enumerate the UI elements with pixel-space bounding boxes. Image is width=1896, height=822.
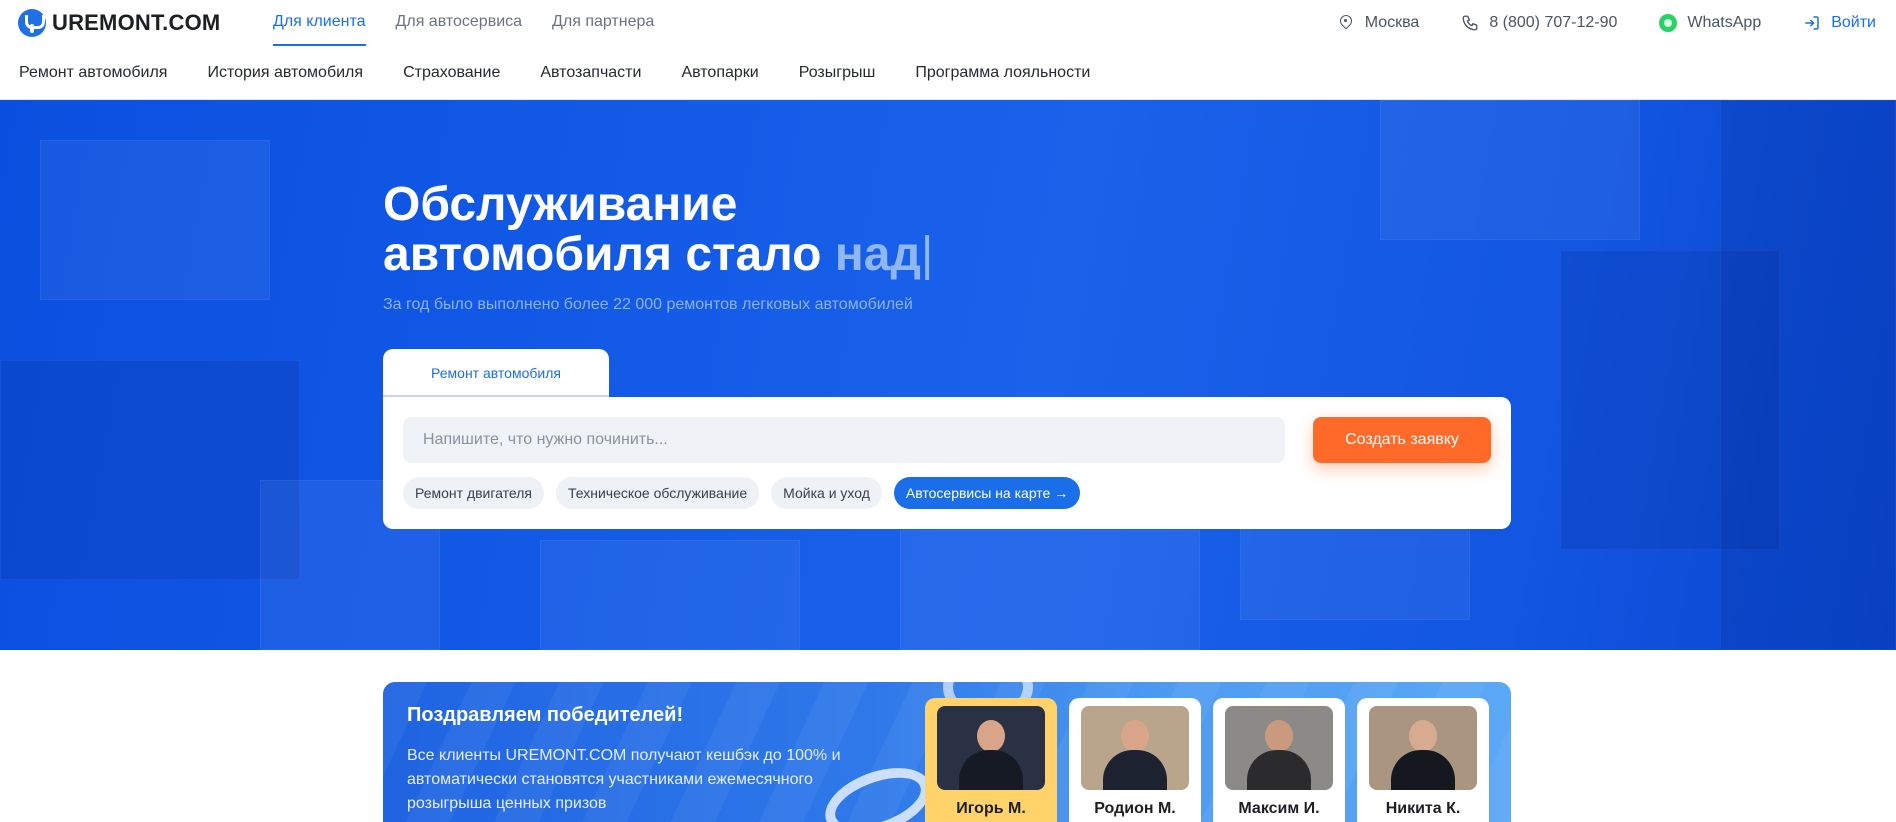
tab-client[interactable]: Для клиента	[273, 0, 366, 46]
hero-title-line2: автомобиля стало	[383, 228, 822, 281]
hero-title-typing: над	[834, 228, 921, 281]
winner-name: Родион М.	[1094, 800, 1176, 817]
nav-item-repair[interactable]: Ремонт автомобиля	[19, 64, 167, 82]
winner-photo	[1225, 706, 1333, 790]
city-selector[interactable]: Москва	[1337, 14, 1420, 32]
login-icon	[1803, 14, 1821, 32]
tab-car-repair[interactable]: Ремонт автомобиля	[383, 349, 609, 397]
city-label: Москва	[1364, 14, 1420, 31]
winner-card[interactable]: Родион М.	[1069, 698, 1201, 822]
chip-engine-repair[interactable]: Ремонт двигателя	[403, 477, 544, 509]
winner-card[interactable]: Никита К.	[1357, 698, 1489, 822]
create-request-button[interactable]: Создать заявку	[1313, 417, 1491, 463]
logo-icon	[18, 9, 46, 37]
hero-title: Обслуживание автомобиля стало над|	[383, 180, 933, 280]
phone-icon	[1461, 14, 1479, 32]
login-label: Войти	[1831, 14, 1876, 31]
chip-maintenance[interactable]: Техническое обслуживание	[555, 477, 760, 509]
audience-tabs: Для клиента Для автосервиса Для партнера	[273, 0, 684, 46]
nav-item-insurance[interactable]: Страхование	[403, 64, 500, 82]
winner-name: Игорь М.	[956, 800, 1026, 817]
tab-service[interactable]: Для автосервиса	[396, 0, 523, 46]
header-actions: Москва 8 (800) 707-12-90 WhatsApp Войти	[1337, 0, 1896, 46]
phone-link[interactable]: 8 (800) 707-12-90	[1461, 14, 1617, 32]
nav-item-raffle[interactable]: Розыгрыш	[799, 64, 876, 82]
nav-item-parts[interactable]: Автозапчасти	[540, 64, 641, 82]
winner-card[interactable]: Максим И.	[1213, 698, 1345, 822]
services-nav: Ремонт автомобиля История автомобиля Стр…	[0, 46, 1896, 100]
hero-background	[0, 100, 1896, 650]
winner-name: Максим И.	[1238, 800, 1320, 817]
hero-subtitle: За год было выполнено более 22 000 ремон…	[383, 296, 913, 313]
location-pin-icon	[1337, 14, 1355, 32]
chip-wash[interactable]: Мойка и уход	[771, 477, 882, 509]
whatsapp-label: WhatsApp	[1687, 14, 1762, 31]
whatsapp-icon	[1659, 14, 1678, 32]
winner-photo	[1081, 706, 1189, 790]
winners-description: Все клиенты UREMONT.COM получают кешбэк …	[407, 747, 841, 812]
repair-search-input[interactable]	[403, 417, 1285, 463]
winner-name: Никита К.	[1385, 800, 1461, 817]
winner-cards: Игорь М. Родион М. Максим И. Никита К.	[925, 698, 1489, 822]
nav-item-history[interactable]: История автомобиля	[207, 64, 363, 82]
winners-banner: Поздравляем победителей! Все клиенты URE…	[383, 682, 1511, 822]
nav-item-loyalty[interactable]: Программа лояльности	[915, 64, 1090, 82]
winner-photo	[937, 706, 1045, 790]
winner-card[interactable]: Игорь М.	[925, 698, 1057, 822]
typing-caret: |	[920, 228, 934, 281]
logo-text: UREMONT.COM	[52, 10, 221, 35]
nav-item-fleets[interactable]: Автопарки	[681, 64, 758, 82]
hero: Обслуживание автомобиля стало над| За го…	[0, 100, 1896, 650]
tab-partner[interactable]: Для партнера	[552, 0, 654, 46]
top-bar: UREMONT.COM Для клиента Для автосервиса …	[0, 0, 1896, 46]
quick-chips: Ремонт двигателя Техническое обслуживани…	[403, 477, 1081, 509]
whatsapp-link[interactable]: WhatsApp	[1659, 14, 1761, 32]
winners-title: Поздравляем победителей!	[407, 704, 684, 726]
hero-title-line1: Обслуживание	[383, 178, 738, 231]
login-button[interactable]: Войти	[1803, 14, 1876, 32]
phone-number: 8 (800) 707-12-90	[1489, 14, 1618, 31]
repair-request-card: Создать заявку Ремонт двигателя Техничес…	[383, 397, 1511, 529]
logo[interactable]: UREMONT.COM	[18, 9, 220, 37]
winner-photo	[1369, 706, 1477, 790]
chip-map-services[interactable]: Автосервисы на карте →	[893, 477, 1081, 509]
